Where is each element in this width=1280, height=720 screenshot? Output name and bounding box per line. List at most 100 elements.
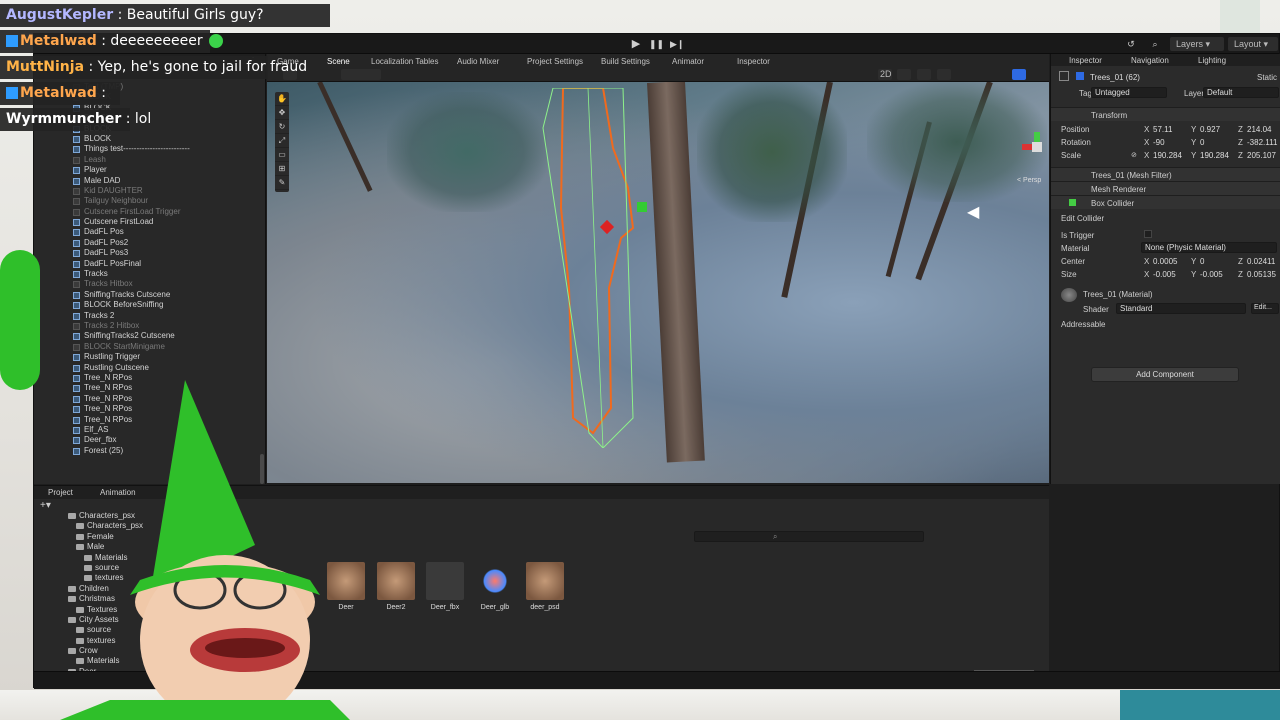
asset-item[interactable]: deer_psd [525,562,565,611]
move-icon[interactable]: ✥ [275,106,289,120]
pause-icon[interactable]: ❚❚ [649,37,664,51]
rotation-x-field[interactable]: -90 [1153,138,1165,147]
scale-y-field[interactable]: 190.284 [1200,151,1229,160]
orientation-gizmo-icon[interactable] [1022,132,1049,162]
size-label: Size [1061,270,1077,279]
physic-material-field[interactable]: None (Physic Material) [1141,242,1277,253]
layer-label: Layer [1184,89,1205,98]
gameobject-icon [73,239,80,247]
layout-dropdown[interactable]: Layout ▾ [1228,37,1278,51]
shader-dropdown[interactable]: Standard [1116,303,1246,314]
audio-source-icon: ◀ [967,204,980,221]
asset-name: Deer_fbx [430,604,460,611]
rotation-y-field[interactable]: 0 [1200,138,1204,147]
chat-text: Yep, he's gone to jail for fraud [97,59,308,75]
center-y-field[interactable]: 0 [1200,257,1204,266]
active-checkbox[interactable] [1076,72,1084,80]
audio-toggle-icon[interactable] [917,69,931,80]
center-x-field[interactable]: 0.0005 [1153,257,1177,266]
hand-icon[interactable]: ✋ [275,92,289,106]
static-label[interactable]: Static [1257,73,1277,82]
persp-label[interactable]: < Persp [1017,177,1041,184]
project-search-input[interactable]: ⌕ [694,531,924,542]
move-gizmo-y-icon[interactable] [637,202,647,212]
position-y-field[interactable]: 0.927 [1200,125,1220,134]
shader-edit-label: Edit... [1254,304,1272,311]
object-name[interactable]: Trees_01 (62) [1090,73,1140,82]
scale-icon[interactable]: ⤢ [275,134,289,148]
size-z-field[interactable]: 0.05135 [1247,270,1276,279]
tab-navigation[interactable]: Navigation [1131,56,1169,65]
hierarchy-item[interactable]: Cutscene FirstLoad [34,217,265,227]
asset-item[interactable]: Deer_fbx [425,562,465,611]
rotate-icon[interactable]: ↻ [275,120,289,134]
link-scale-icon[interactable]: ⊘ [1131,151,1137,159]
step-icon[interactable]: ▶❙ [670,37,684,51]
hierarchy-item[interactable]: Player [34,165,265,175]
layers-dropdown[interactable]: Layers ▾ [1170,37,1224,51]
shader-value: Standard [1120,304,1153,313]
is-trigger-label: Is Trigger [1061,231,1095,240]
size-x-field[interactable]: -0.005 [1153,270,1176,279]
size-y-field[interactable]: -0.005 [1200,270,1223,279]
material-name[interactable]: Trees_01 (Material) [1083,290,1153,299]
tab-scene[interactable]: Scene [327,56,350,68]
add-component-button[interactable]: Add Component [1091,367,1239,382]
position-z-field[interactable]: 214.04 [1247,125,1271,134]
hierarchy-item[interactable]: Tailguy Neighbour [34,196,265,206]
layer-dropdown[interactable]: Default [1203,87,1279,98]
scale-x-field[interactable]: 190.284 [1153,151,1182,160]
hierarchy-item[interactable]: Cutscene FirstLoad Trigger [34,207,265,217]
chat-username: Metalwad [20,85,97,101]
badge-icon [6,35,18,47]
hierarchy-item[interactable]: BLOCK [34,134,265,144]
rotation-z-field[interactable]: -382.111 [1247,138,1277,147]
asset-item[interactable]: Deer2 [376,562,416,611]
gameobject-icon [73,146,80,154]
tab-lighting[interactable]: Lighting [1198,56,1226,65]
asset-item[interactable]: Deer_glb [475,562,515,611]
tab-animator[interactable]: Animator [672,56,704,68]
rect-icon[interactable]: ▭ [275,148,289,162]
edit-collider-label[interactable]: Edit Collider [1061,214,1104,223]
tab-inspector[interactable]: Inspector [1069,56,1102,65]
tag-dropdown[interactable]: Untagged [1091,87,1167,98]
mesh-filter-header[interactable]: Trees_01 (Mesh Filter) [1051,167,1280,181]
box-collider-header[interactable]: Box Collider [1051,195,1280,209]
effects-toggle-icon[interactable] [937,69,951,80]
axis-z-label: Z [1238,138,1243,147]
hierarchy-item[interactable]: Male DAD [34,176,265,186]
center-z-field[interactable]: 0.02411 [1247,257,1275,266]
hierarchy-item[interactable]: DadFL Pos [34,227,265,237]
hierarchy-item[interactable]: Kid DAUGHTER [34,186,265,196]
hierarchy-item[interactable]: Leash [34,155,265,165]
custom-tool-icon[interactable]: ✎ [275,176,289,190]
tab-localization-tables[interactable]: Localization Tables [371,56,438,68]
hierarchy-item-label: Leash [84,154,106,164]
is-trigger-checkbox[interactable] [1144,230,1152,238]
play-icon[interactable]: ▶ [629,37,643,51]
mode-2d-button[interactable]: 2D [878,69,892,80]
gizmos-toggle-icon[interactable] [1012,69,1026,80]
search-icon[interactable]: ⌕ [1148,37,1162,51]
mesh-renderer-header[interactable]: Mesh Renderer [1051,181,1280,195]
tab-project-settings[interactable]: Project Settings [527,56,583,68]
tab-inspector[interactable]: Inspector [737,56,770,68]
pivot-toggle[interactable] [341,69,381,80]
transform-icon[interactable]: ⊞ [275,162,289,176]
shader-edit-button[interactable]: Edit... [1251,303,1279,314]
position-x-field[interactable]: 57.11 [1153,125,1172,134]
history-icon[interactable]: ↺ [1124,37,1138,51]
hierarchy-item[interactable]: Things test------------------------- [34,144,265,154]
lighting-toggle-icon[interactable] [897,69,911,80]
transform-header[interactable]: Transform [1051,107,1280,121]
addressable-label[interactable]: Addressable [1061,320,1105,329]
tab-audio-mixer[interactable]: Audio Mixer [457,56,499,68]
gameobject-icon [73,219,80,227]
scale-z-field[interactable]: 205.107 [1247,151,1276,160]
tab-build-settings[interactable]: Build Settings [601,56,650,68]
physic-material-value: None (Physic Material) [1145,243,1226,252]
scene-viewport[interactable]: ◀ < Persp ✋ ✥ ↻ ⤢ ▭ ⊞ ✎ [267,82,1049,483]
pine-foliage [387,92,547,212]
hierarchy-item[interactable]: DadFL Pos2 [34,238,265,248]
